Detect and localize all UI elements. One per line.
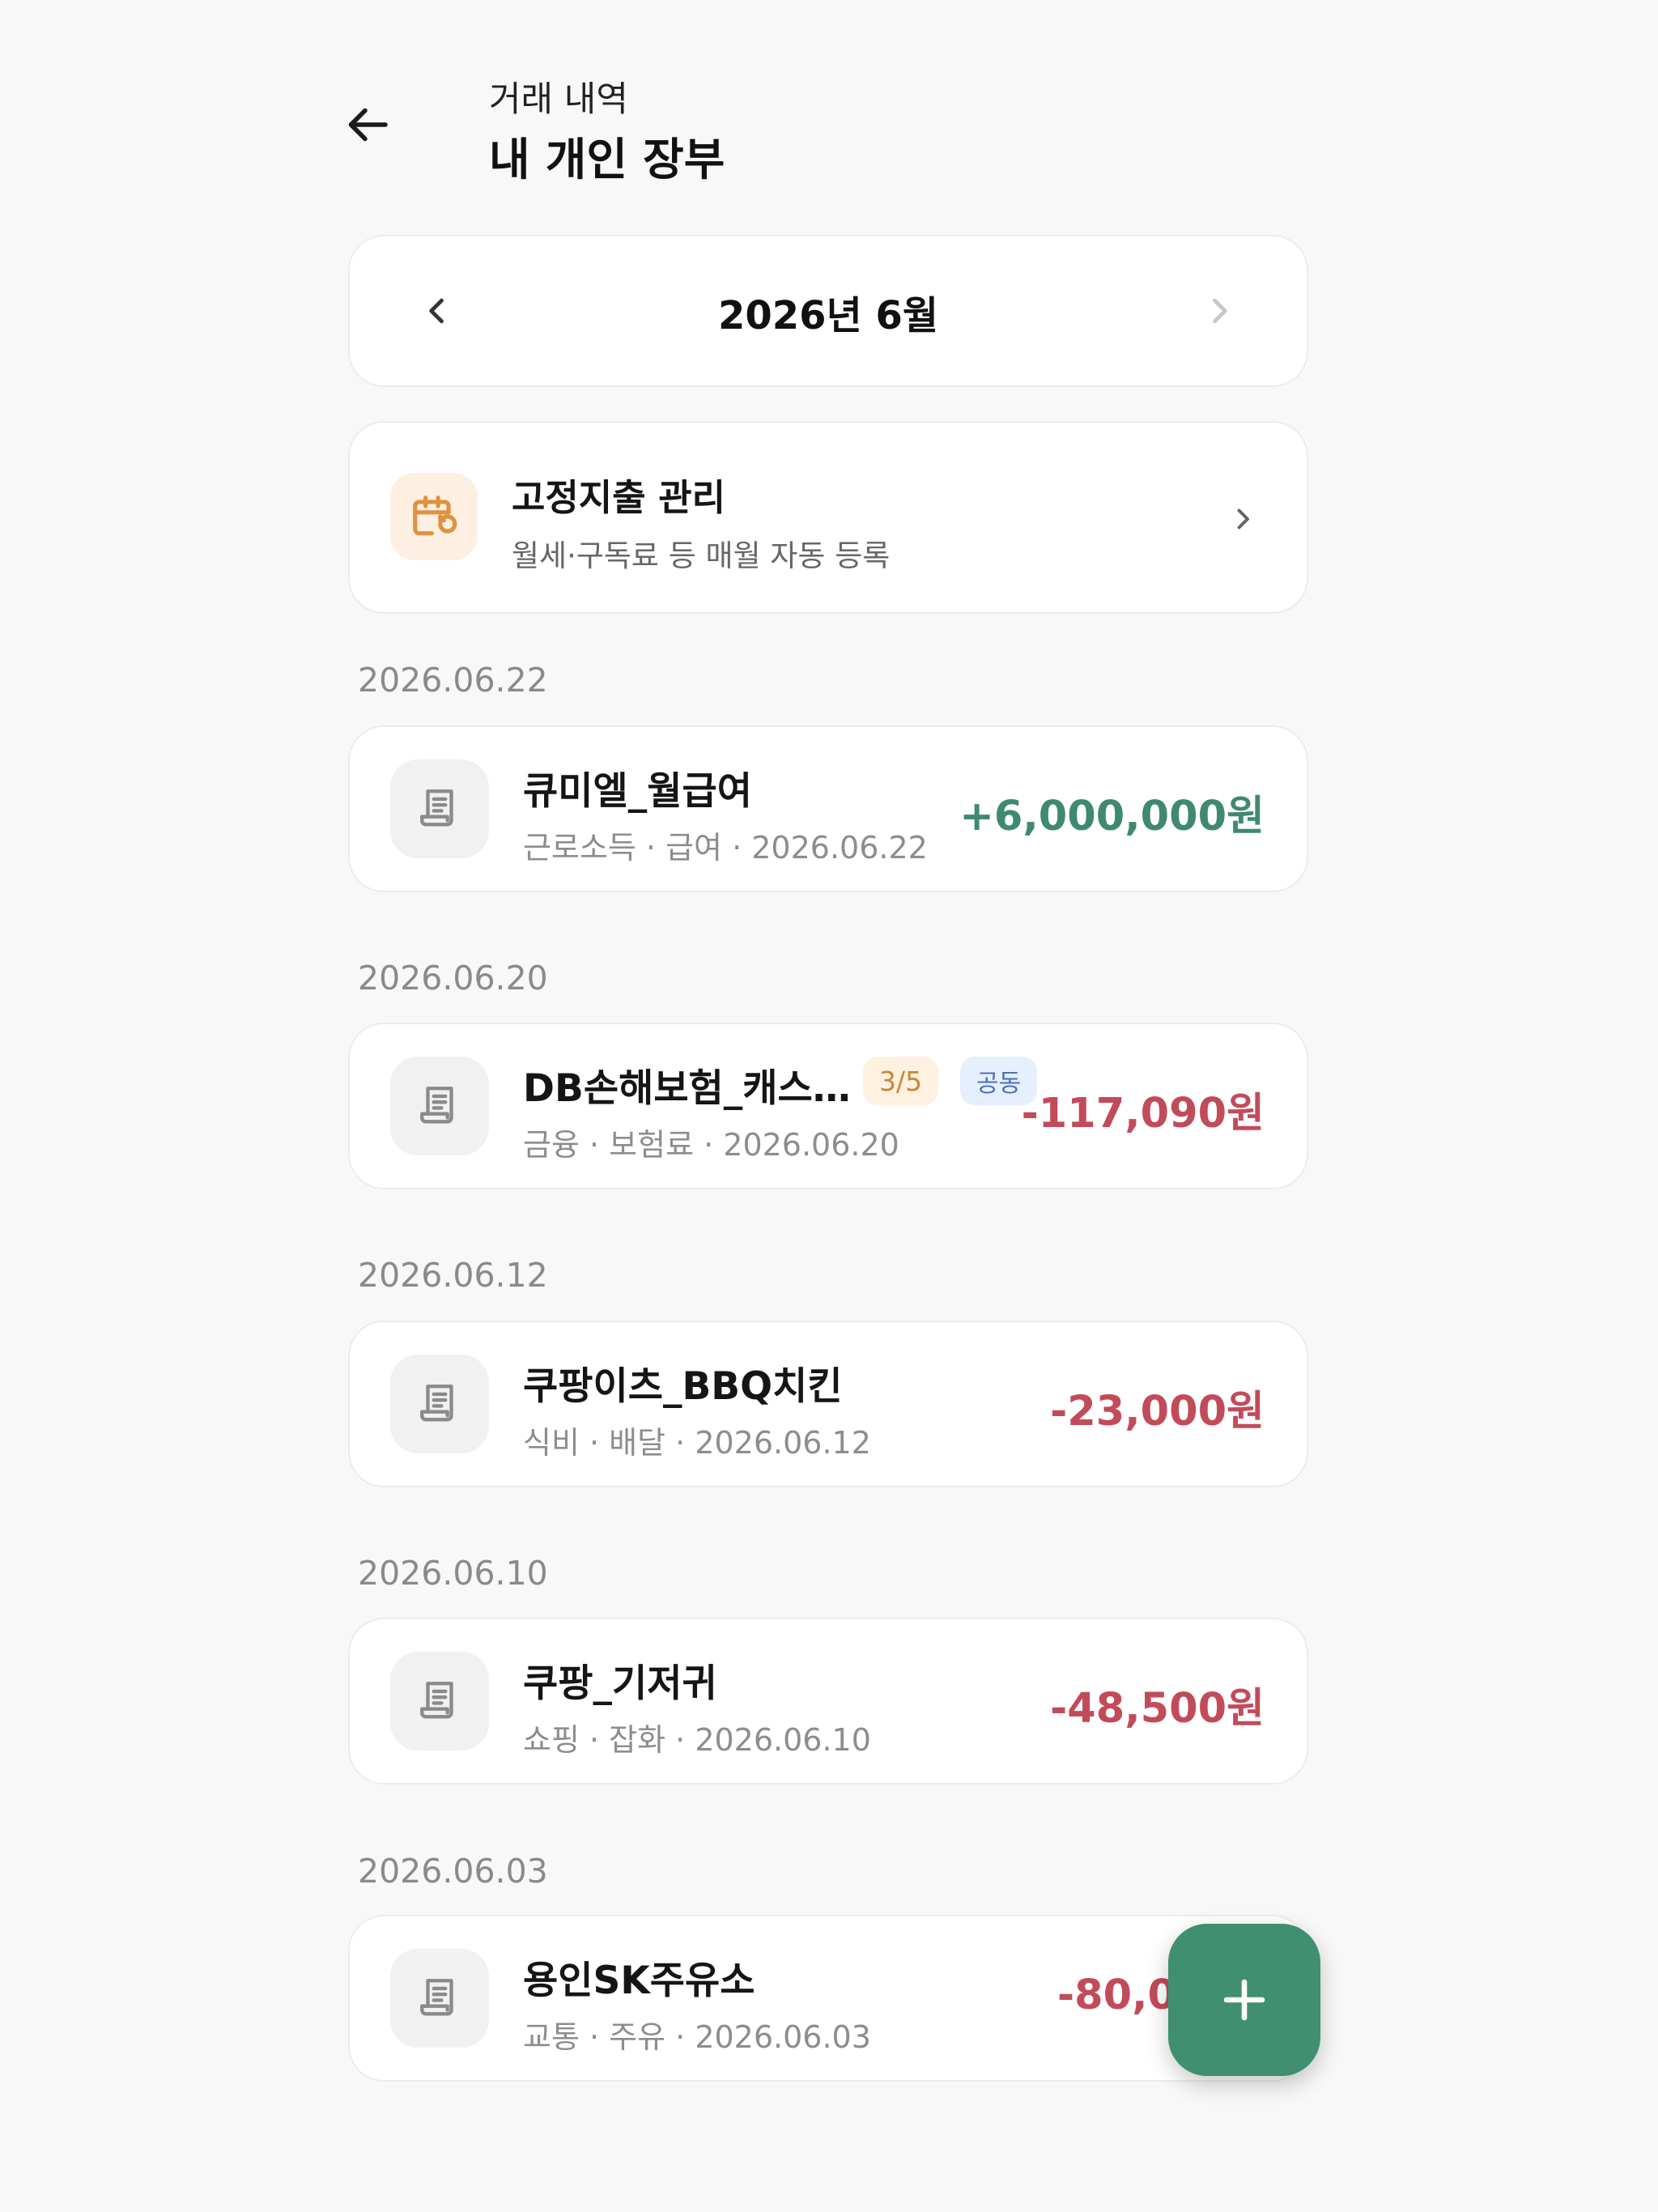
transaction-item[interactable]: 쿠팡이츠_BBQ치킨 식비 · 배달 · 2026.06.12 -23,000원 xyxy=(348,1321,1308,1487)
transaction-amount: +6,000,000원 xyxy=(959,793,1265,840)
month-label: 2026년 6월 xyxy=(717,293,939,338)
transaction-meta: 근로소득 · 급여 · 2026.06.22 xyxy=(523,830,928,866)
transaction-name: DB손해보험_캐스… xyxy=(523,1066,851,1111)
page-subtitle: 거래 내역 xyxy=(489,79,628,120)
date-header: 2026.06.22 xyxy=(358,661,548,700)
add-transaction-button[interactable] xyxy=(1168,1924,1320,2076)
arrow-left-icon xyxy=(348,108,388,142)
plus-icon xyxy=(1223,1979,1265,2021)
transaction-amount: -48,500원 xyxy=(1050,1685,1265,1733)
installment-badge: 3/5 xyxy=(863,1057,939,1105)
transaction-amount: -117,090원 xyxy=(1021,1090,1265,1138)
back-button[interactable] xyxy=(338,94,400,155)
date-header: 2026.06.03 xyxy=(358,1852,548,1891)
date-header: 2026.06.10 xyxy=(358,1554,548,1593)
transaction-item[interactable]: 큐미엘_월급여 근로소득 · 급여 · 2026.06.22 +6,000,00… xyxy=(348,725,1308,892)
transaction-item[interactable]: 쿠팡_기저귀 쇼핑 · 잡화 · 2026.06.10 -48,500원 xyxy=(348,1618,1308,1784)
transaction-meta: 금융 · 보험료 · 2026.06.20 xyxy=(523,1127,899,1163)
page-title: 내 개인 장부 xyxy=(489,134,725,185)
chevron-right-icon xyxy=(1222,499,1263,539)
month-selector: 2026년 6월 xyxy=(348,235,1308,387)
transaction-item[interactable]: 용인SK주유소 교통 · 주유 · 2026.06.03 -80,0 xyxy=(348,1915,1308,2082)
fixed-expense-title: 고정지출 관리 xyxy=(512,476,726,519)
fixed-expense-card[interactable]: 고정지출 관리 월세·구독료 등 매월 자동 등록 xyxy=(348,421,1308,614)
date-header: 2026.06.12 xyxy=(358,1256,548,1295)
receipt-icon xyxy=(390,1355,489,1453)
calendar-repeat-icon xyxy=(413,496,457,536)
transaction-amount: -23,000원 xyxy=(1050,1388,1265,1436)
receipt-icon xyxy=(390,759,489,858)
transaction-name: 용인SK주유소 xyxy=(523,1959,755,2003)
transaction-name: 쿠팡_기저귀 xyxy=(523,1661,717,1706)
fixed-expense-description: 월세·구독료 등 매월 자동 등록 xyxy=(512,538,891,573)
transaction-item[interactable]: DB손해보험_캐스… 3/5 공동 금융 · 보험료 · 2026.06.20 … xyxy=(348,1023,1308,1189)
next-month-button[interactable] xyxy=(1188,280,1250,342)
transaction-meta: 교통 · 주유 · 2026.06.03 xyxy=(523,2019,871,2055)
date-header: 2026.06.20 xyxy=(358,959,548,998)
transaction-meta: 식비 · 배달 · 2026.06.12 xyxy=(523,1425,871,1461)
receipt-icon xyxy=(390,1652,489,1750)
transaction-name: 큐미엘_월급여 xyxy=(523,769,752,814)
receipt-icon xyxy=(390,1057,489,1155)
transaction-name: 쿠팡이츠_BBQ치킨 xyxy=(523,1364,843,1409)
transaction-amount: -80,0 xyxy=(1057,1972,1176,2019)
receipt-icon xyxy=(390,1949,489,2048)
transaction-meta: 쇼핑 · 잡화 · 2026.06.10 xyxy=(523,1722,871,1758)
fixed-expense-icon-box xyxy=(390,473,478,560)
chevron-right-icon xyxy=(1213,298,1227,324)
